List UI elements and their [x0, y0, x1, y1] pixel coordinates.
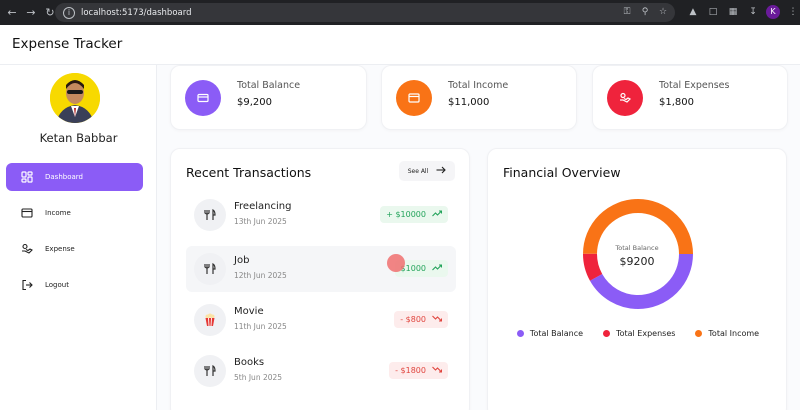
app-header: Expense Tracker [0, 25, 800, 65]
transaction-row[interactable]: Books 5th Jun 2025 - $1800 [186, 348, 456, 394]
donut-chart [583, 199, 693, 309]
wallet-icon [396, 80, 432, 116]
popcorn-icon [194, 304, 226, 336]
transaction-date: 5th Jun 2025 [234, 373, 283, 382]
logout-icon [20, 278, 34, 292]
cutlery-icon [194, 199, 226, 231]
transaction-amount-badge: + $10000 [380, 206, 448, 223]
expense-hand-icon [607, 80, 643, 116]
stat-value: $1,800 [659, 97, 694, 108]
browser-profile-avatar[interactable]: K [766, 5, 780, 19]
back-icon[interactable]: ← [5, 6, 19, 20]
sidebar-item-label: Logout [45, 281, 69, 289]
legend-item: Total Income [695, 329, 759, 338]
transaction-amount: - $800 [400, 315, 426, 324]
stat-card-income: Total Income $11,000 [381, 65, 577, 130]
legend-label: Total Income [708, 329, 760, 338]
cutlery-icon [194, 253, 226, 285]
bookmark-star-icon[interactable]: ☆ [657, 6, 669, 18]
expense-hand-icon [20, 242, 34, 256]
transaction-row[interactable]: Freelancing 13th Jun 2025 + $10000 [186, 192, 456, 238]
see-all-label: See All [407, 167, 429, 175]
zoom-icon[interactable]: ⚲ [639, 6, 651, 18]
puzzle-icon[interactable]: ▦ [726, 5, 740, 19]
legend-label: Total Balance [529, 329, 584, 338]
transaction-amount-badge: - $800 [394, 311, 448, 328]
see-all-button[interactable]: See All [399, 161, 455, 181]
legend-label: Total Expenses [616, 329, 676, 338]
wallet-icon [20, 206, 34, 220]
download-icon[interactable]: ↧ [746, 5, 760, 19]
sidebar: Ketan Babbar Dashboard Income Expense Lo… [0, 65, 157, 410]
stat-value: $9,200 [237, 97, 272, 108]
sidebar-item-logout[interactable]: Logout [6, 271, 143, 299]
forward-icon[interactable]: → [24, 6, 38, 20]
transaction-name: Job [234, 255, 250, 266]
transaction-name: Movie [234, 306, 264, 317]
sidebar-item-dashboard[interactable]: Dashboard [6, 163, 143, 191]
more-icon[interactable]: ⋮ [786, 5, 800, 19]
transaction-amount-badge: - $1800 [389, 362, 448, 379]
site-info-icon[interactable]: i [63, 6, 75, 19]
card-icon [185, 80, 221, 116]
sidebar-item-income[interactable]: Income [6, 199, 143, 227]
stat-label: Total Expenses [659, 80, 730, 91]
transaction-date: 11th Jun 2025 [234, 322, 287, 331]
profile-name: Ketan Babbar [39, 131, 118, 145]
section-title: Financial Overview [503, 165, 621, 180]
trending-down-icon [432, 366, 443, 375]
click-indicator [387, 254, 405, 272]
extension-icon[interactable]: ▲ [686, 5, 700, 19]
address-bar[interactable]: i localhost:5173/dashboard ⚿ ⚲ ☆ [55, 3, 675, 22]
financial-overview-card: Financial Overview Total Balance $9200 T… [487, 148, 787, 410]
transaction-name: Freelancing [234, 201, 292, 212]
donut-center-label: Total Balance [615, 244, 659, 252]
url-text: localhost:5173/dashboard [81, 7, 192, 18]
legend-dot [516, 330, 524, 337]
chart-legend: Total Balance Total Expenses Total Incom… [488, 329, 788, 338]
main-content: Total Balance $9,200 Total Income $11,00… [157, 65, 800, 410]
trending-up-icon [432, 264, 443, 273]
key-icon[interactable]: ⚿ [621, 6, 633, 18]
stat-card-expenses: Total Expenses $1,800 [592, 65, 788, 130]
arrow-right-icon [436, 166, 447, 176]
transaction-date: 12th Jun 2025 [234, 271, 287, 280]
legend-item: Total Balance [516, 329, 584, 338]
stat-label: Total Balance [237, 80, 301, 91]
trending-up-icon [432, 210, 443, 219]
sidebar-item-label: Dashboard [45, 173, 83, 181]
transaction-row[interactable]: Job 12th Jun 2025 $1000 [186, 246, 456, 292]
dashboard-icon [20, 170, 34, 184]
stat-label: Total Income [448, 80, 509, 91]
trending-down-icon [432, 315, 443, 324]
stat-card-balance: Total Balance $9,200 [170, 65, 367, 130]
transaction-name: Books [234, 357, 265, 368]
stat-value: $11,000 [448, 97, 490, 108]
transaction-amount: + $10000 [386, 210, 426, 219]
transaction-amount: - $1800 [395, 366, 426, 375]
section-title: Recent Transactions [186, 165, 312, 180]
legend-item: Total Expenses [603, 329, 675, 338]
cutlery-icon [194, 355, 226, 387]
donut-center-value: $9200 [619, 255, 655, 268]
legend-dot [695, 330, 703, 337]
recent-transactions-card: Recent Transactions See All Freelancing … [170, 148, 470, 410]
sidebar-item-expense[interactable]: Expense [6, 235, 143, 263]
transaction-date: 13th Jun 2025 [234, 217, 287, 226]
folder-icon[interactable]: □ [706, 5, 720, 19]
transaction-row[interactable]: Movie 11th Jun 2025 - $800 [186, 297, 456, 343]
browser-toolbar: ← → ↻ i localhost:5173/dashboard ⚿ ⚲ ☆ ▲… [0, 0, 800, 25]
sidebar-item-label: Income [45, 209, 71, 217]
sidebar-item-label: Expense [45, 245, 75, 253]
app-title: Expense Tracker [12, 36, 123, 52]
avatar [50, 73, 100, 123]
legend-dot [603, 330, 611, 337]
